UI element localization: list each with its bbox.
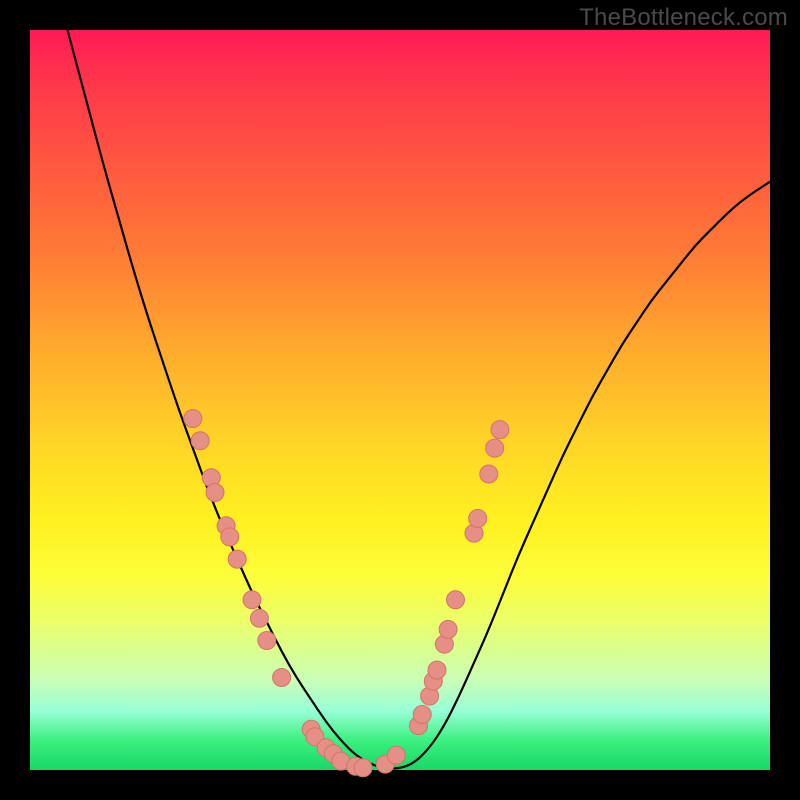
chart-svg: [30, 30, 770, 770]
bottleneck-curve: [30, 0, 770, 769]
plot-area: [30, 30, 770, 770]
curve-marker: [447, 591, 465, 609]
curve-marker: [480, 465, 498, 483]
curve-marker: [243, 591, 261, 609]
curve-marker: [184, 410, 202, 428]
curve-marker: [228, 550, 246, 568]
curve-marker: [221, 528, 239, 546]
curve-marker: [387, 746, 405, 764]
curve-marker: [191, 432, 209, 450]
curve-marker: [491, 421, 509, 439]
curve-marker: [273, 669, 291, 687]
curve-marker: [428, 661, 446, 679]
curve-marker: [354, 759, 372, 777]
curve-marker: [469, 509, 487, 527]
curve-marker: [250, 609, 268, 627]
watermark-text: TheBottleneck.com: [579, 4, 788, 32]
curve-marker: [206, 484, 224, 502]
chart-frame: TheBottleneck.com: [0, 0, 800, 800]
curve-markers: [184, 410, 509, 777]
curve-marker: [413, 706, 431, 724]
curve-marker: [439, 620, 457, 638]
curve-marker: [486, 439, 504, 457]
curve-marker: [258, 632, 276, 650]
